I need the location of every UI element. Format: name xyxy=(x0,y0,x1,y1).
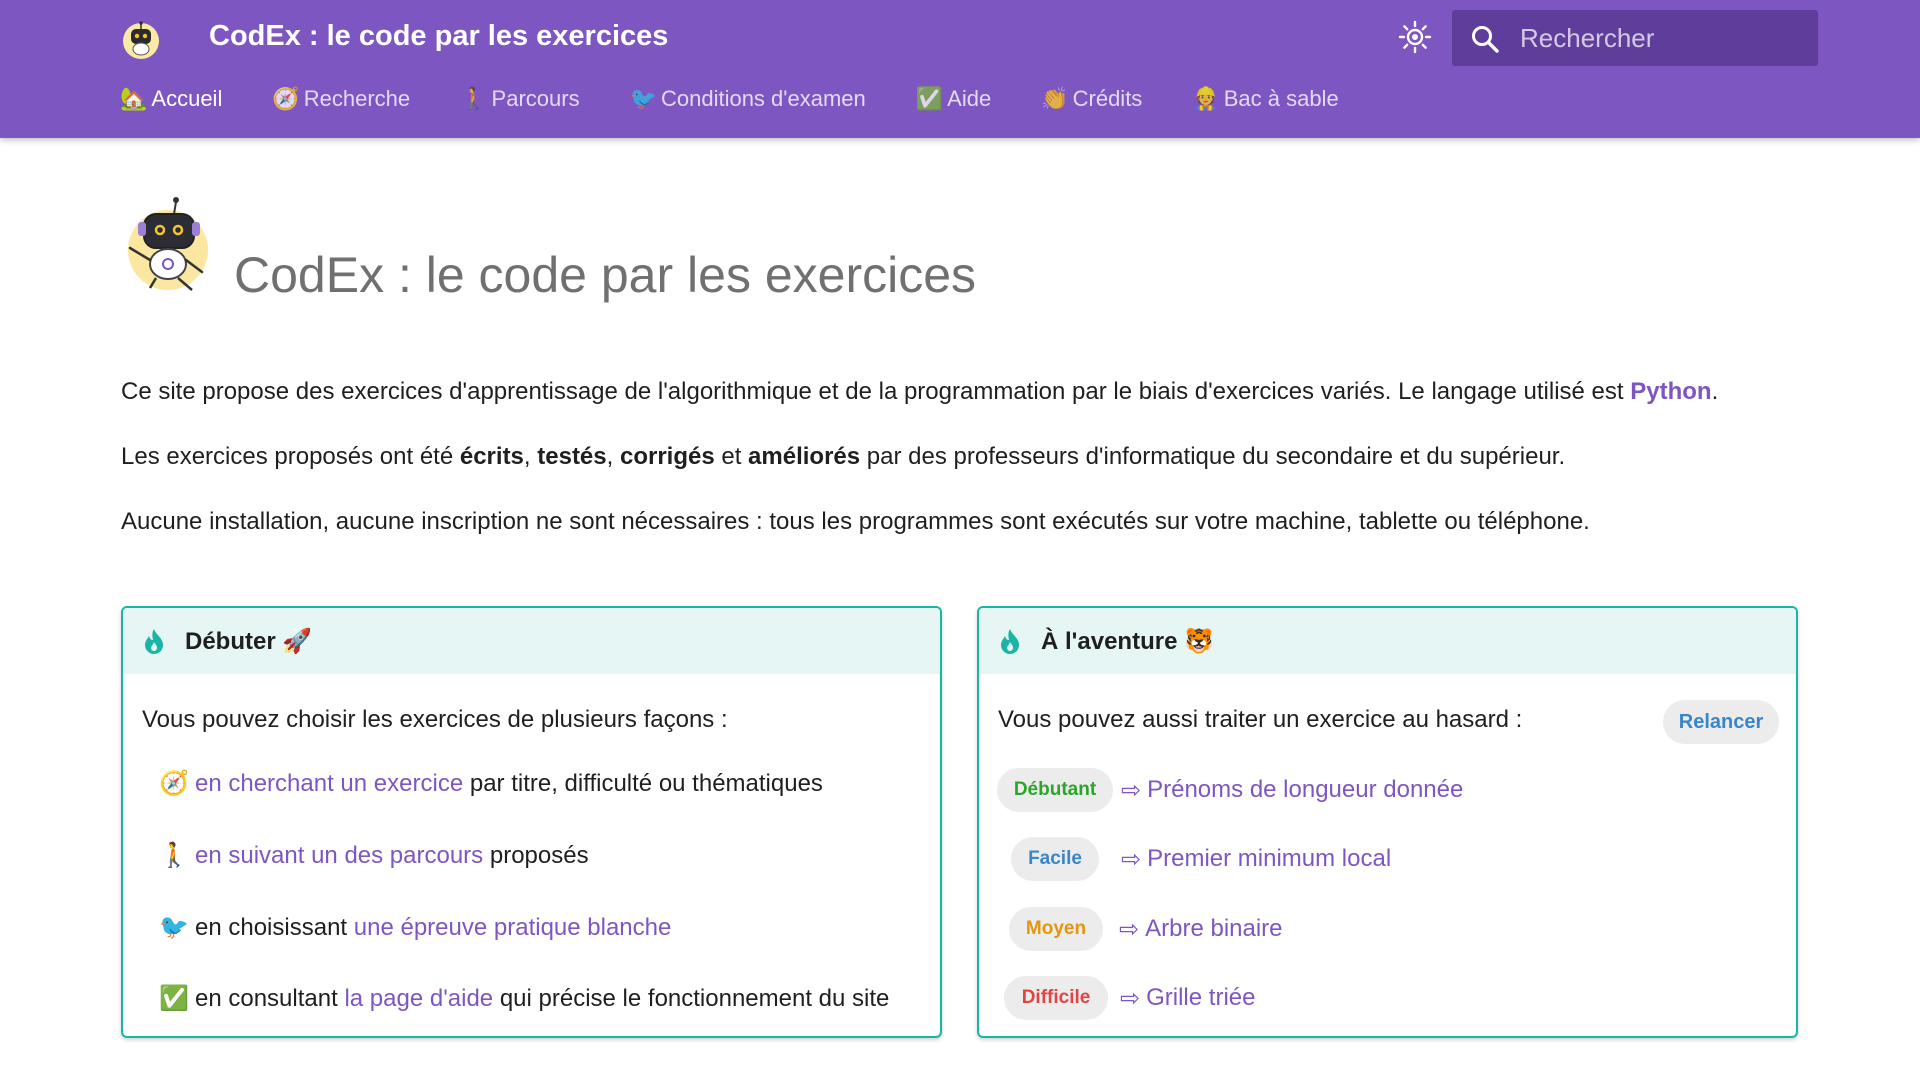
bird-icon: 🐦 xyxy=(629,86,657,111)
nav-label: Conditions d'examen xyxy=(660,86,866,111)
nav-item-parcours[interactable]: 🚶 Parcours xyxy=(460,86,579,114)
search-icon[interactable] xyxy=(1470,24,1500,54)
nav-item-credits[interactable]: 👏 Crédits xyxy=(1041,86,1142,114)
random-exercise-row[interactable]: Débutant ⇨ Prénoms de longueur donnée xyxy=(997,768,1463,812)
help-page-link[interactable]: la page d'aide xyxy=(344,985,493,1012)
walker-icon: 🚶 xyxy=(460,86,488,111)
card-debuter: Débuter 🚀 Vous pouvez choisir les exerci… xyxy=(121,606,942,1038)
card-header: Débuter 🚀 xyxy=(123,608,940,674)
nav-label: Aide xyxy=(947,86,992,111)
random-exercise-row[interactable]: Difficile ⇨ Grille triée xyxy=(1004,976,1255,1020)
exercise-link[interactable]: Premier minimum local xyxy=(1147,845,1391,873)
nav-label: Recherche xyxy=(303,86,411,111)
intro-paragraph-3: Aucune installation, aucune inscription … xyxy=(121,508,1590,535)
worker-icon: 👷 xyxy=(1192,86,1220,111)
nav-item-aide[interactable]: ✅ Aide xyxy=(916,86,991,114)
nav-item-conditions[interactable]: 🐦 Conditions d'examen xyxy=(630,86,866,114)
bold-word: testés xyxy=(537,443,607,470)
text: par titre, difficulté ou thématiques xyxy=(463,770,823,797)
difficulty-badge: Débutant xyxy=(997,768,1113,812)
search-box[interactable] xyxy=(1452,10,1818,66)
nav-label: Accueil xyxy=(151,86,223,111)
text: , xyxy=(606,443,620,470)
compass-icon: 🧭 xyxy=(159,770,189,797)
list-item: ✅ en consultant la page d'aide qui précis… xyxy=(159,984,889,1013)
page-title: CodEx : le code par les exercices xyxy=(234,247,977,303)
text: proposés xyxy=(483,842,589,869)
bold-word: corrigés xyxy=(619,443,715,470)
search-input[interactable] xyxy=(1520,18,1800,58)
search-exercise-link[interactable]: en cherchant un exercice xyxy=(195,770,463,797)
bird-icon: 🐦 xyxy=(159,914,189,941)
python-link[interactable]: Python xyxy=(1630,378,1711,405)
list-item: 🐦 en choisissant une épreuve pratique bla… xyxy=(159,913,671,942)
text: Les exercices proposés ont été xyxy=(121,443,460,470)
arrow-right-icon: ⇨ xyxy=(1121,845,1142,873)
exercise-link[interactable]: Prénoms de longueur donnée xyxy=(1147,776,1463,804)
relaunch-button[interactable]: Relancer xyxy=(1663,700,1779,744)
flame-icon xyxy=(1001,629,1019,654)
intro-paragraph-1: Ce site propose des exercices d'apprenti… xyxy=(121,378,1718,406)
text: . xyxy=(1711,378,1719,405)
nav-item-accueil[interactable]: 🏡 Accueil xyxy=(120,86,222,114)
bold-word: écrits xyxy=(459,443,524,470)
arrow-right-icon: ⇨ xyxy=(1119,915,1140,943)
intro-paragraph-2: Les exercices proposés ont été écrits, t… xyxy=(121,443,1565,471)
arrow-right-icon: ⇨ xyxy=(1121,776,1142,804)
codex-robot-logo-icon xyxy=(128,197,208,291)
sun-icon[interactable] xyxy=(1398,20,1432,54)
nav-label: Bac à sable xyxy=(1223,86,1339,111)
top-header: CodEx : le code par les exercices 🏡Accue… xyxy=(0,0,1920,138)
text: et xyxy=(714,443,749,470)
nav-item-recherche[interactable]: 🧭 Recherche xyxy=(272,86,410,114)
clap-icon: 👏 xyxy=(1041,86,1069,111)
bold-word: améliorés xyxy=(748,443,861,470)
main-nav: 🏡 Accueil 🧭 Recherche 🚶 Parcours 🐦 Condition… xyxy=(120,86,1389,114)
card-intro: Vous pouvez aussi traiter un exercice au… xyxy=(998,706,1523,733)
parcours-link[interactable]: en suivant un des parcours xyxy=(195,842,483,869)
walker-icon: 🚶 xyxy=(159,842,189,869)
flame-icon xyxy=(145,629,163,654)
check-icon: ✅ xyxy=(915,86,944,111)
card-title: À l'aventure 🐯 xyxy=(1041,628,1214,655)
difficulty-badge: Moyen xyxy=(1009,907,1103,951)
card-intro: Vous pouvez choisir les exercices de plu… xyxy=(142,706,728,733)
difficulty-badge: Facile xyxy=(1011,837,1099,881)
card-header: À l'aventure 🐯 xyxy=(979,608,1796,674)
text: , xyxy=(523,443,538,470)
text: en choisissant xyxy=(195,914,354,941)
text: en consultant xyxy=(195,985,345,1012)
nav-item-bac-a-sable[interactable]: 👷 Bac à sable xyxy=(1192,86,1338,114)
random-exercise-row[interactable]: Moyen ⇨ Arbre binaire xyxy=(1009,907,1283,951)
nav-label: Parcours xyxy=(491,86,580,111)
arrow-right-icon: ⇨ xyxy=(1120,984,1141,1012)
text: Ce site propose des exercices d'apprenti… xyxy=(121,378,1631,405)
compass-icon: 🧭 xyxy=(272,86,300,111)
list-item: 🧭 en cherchant un exercice par titre, dif… xyxy=(159,769,823,798)
card-aventure: À l'aventure 🐯 Vous pouvez aussi traiter… xyxy=(977,606,1798,1038)
codex-logo-icon[interactable] xyxy=(120,18,162,60)
site-title[interactable]: CodEx : le code par les exercices xyxy=(209,20,668,53)
random-exercise-row[interactable]: Facile ⇨ Premier minimum local xyxy=(1011,837,1391,881)
exercise-link[interactable]: Arbre binaire xyxy=(1145,915,1282,943)
check-icon: ✅ xyxy=(159,985,189,1012)
text: par des professeurs d'informatique du se… xyxy=(860,443,1566,470)
list-item: 🚶 en suivant un des parcours proposés xyxy=(159,841,589,870)
house-icon: 🏡 xyxy=(120,86,148,111)
card-title: Débuter 🚀 xyxy=(185,628,313,655)
nav-label: Crédits xyxy=(1072,86,1143,111)
difficulty-badge: Difficile xyxy=(1004,976,1108,1020)
exercise-link[interactable]: Grille triée xyxy=(1146,984,1255,1012)
text: qui précise le fonctionnement du site xyxy=(493,985,890,1012)
epreuve-pratique-link[interactable]: une épreuve pratique blanche xyxy=(354,914,672,941)
